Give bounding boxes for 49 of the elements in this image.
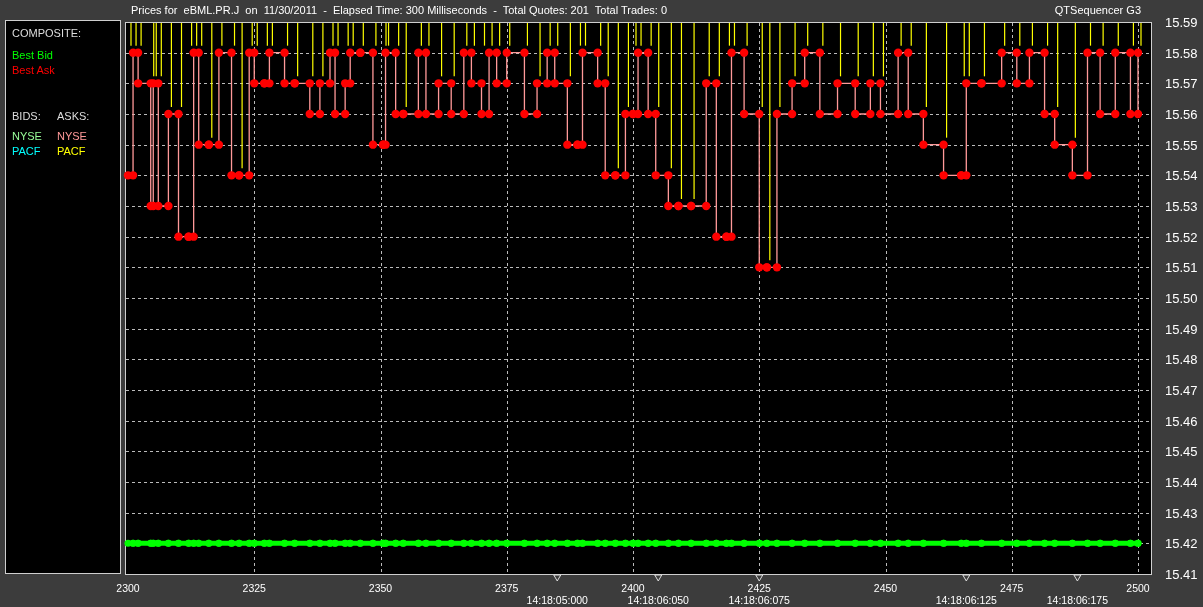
legend-heading: BIDS: <box>12 109 41 124</box>
tick-label: 15.41 <box>1165 567 1198 582</box>
tick-label: 15.58 <box>1165 45 1198 61</box>
tick-label: 2450 <box>873 582 898 594</box>
chart-title: Prices for eBML.PR.J on 11/30/2011 - Elapsed Time: 300 Milliseconds - Total Quotes: 201 Total Trades: 0 <box>131 4 667 16</box>
tick-label: 15.57 <box>1165 76 1198 92</box>
tick-label: 15.47 <box>1165 383 1198 398</box>
marker-icon <box>553 574 562 582</box>
legend-item: NYSE <box>12 129 42 144</box>
timestamp-label: 14:18:05:000 <box>526 594 588 606</box>
marker-icon <box>755 574 764 582</box>
tick-label: 15.53 <box>1165 199 1198 214</box>
tick-label: 15.42 <box>1165 536 1198 552</box>
timestamp-label: 14:18:06:050 <box>627 594 689 606</box>
tick-label: 15.55 <box>1165 137 1198 153</box>
tick-label: 2325 <box>242 582 266 594</box>
marker-icon <box>962 574 971 582</box>
tick-label: 15.46 <box>1165 413 1198 429</box>
legend-heading: COMPOSITE: <box>12 27 82 39</box>
tick-label: 15.52 <box>1165 229 1198 245</box>
tick-label: 15.45 <box>1165 444 1198 460</box>
legend-item: PACF <box>12 144 41 159</box>
tick-label: 15.50 <box>1165 291 1198 306</box>
tick-label: 2475 <box>1000 582 1024 594</box>
timestamp-label: 14:18:06:075 <box>728 594 790 606</box>
marker-icon <box>1073 574 1082 582</box>
tick-label: 2375 <box>495 582 519 594</box>
legend-item: Best Bid <box>12 48 53 63</box>
tick-label: 2500 <box>1126 582 1150 594</box>
marker-icon <box>654 574 663 582</box>
app-name: QTSequencer G3 <box>1054 4 1141 16</box>
tick-label: 15.59 <box>1165 15 1198 30</box>
legend-item: NYSE <box>57 129 87 144</box>
tick-label: 15.49 <box>1165 321 1198 337</box>
tick-label: 15.56 <box>1165 107 1198 122</box>
tick-label: 15.48 <box>1165 352 1198 368</box>
legend-item: PACF <box>57 144 86 159</box>
timestamp-label: 14:18:06:175 <box>1046 594 1109 606</box>
tick-label: 2425 <box>747 582 771 594</box>
tick-label: 15.51 <box>1165 260 1198 276</box>
tick-label: 2400 <box>621 582 645 594</box>
tick-label: 2350 <box>368 582 393 594</box>
tick-label: 2300 <box>116 582 140 594</box>
tick-label: 15.43 <box>1165 505 1198 521</box>
legend-heading: ASKS: <box>57 109 90 124</box>
tick-label: 15.44 <box>1165 475 1198 490</box>
tick-label: 15.54 <box>1165 168 1198 184</box>
timestamp-label: 14:18:06:125 <box>935 594 997 606</box>
legend-item: Best Ask <box>12 63 55 78</box>
